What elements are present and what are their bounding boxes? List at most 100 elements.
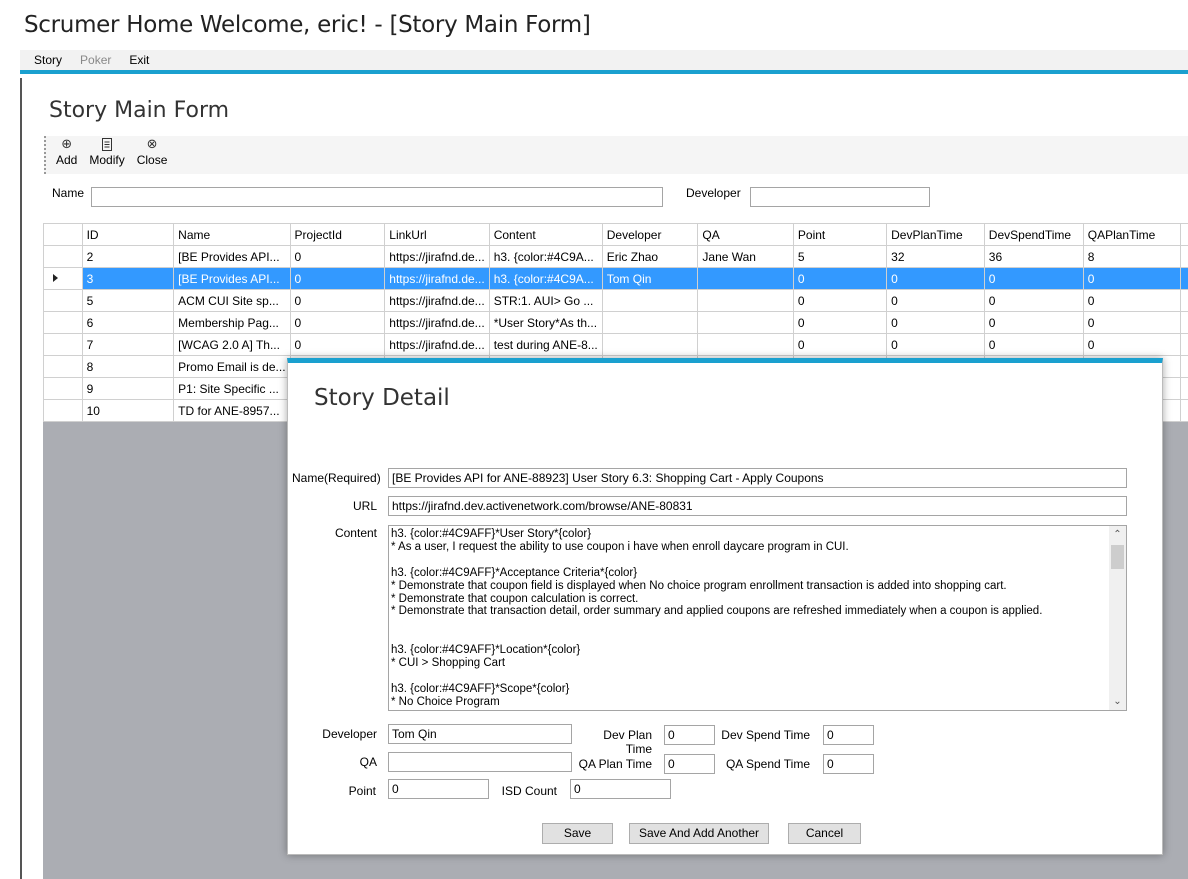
column-header-point[interactable]: Point [792, 223, 888, 246]
column-header-id[interactable]: ID [81, 223, 175, 246]
table-row[interactable]: 5 ACM CUI Site sp... 0 https://jirafnd.de.… [43, 289, 1188, 312]
cell-qa[interactable] [697, 311, 794, 334]
row-header[interactable] [43, 333, 83, 356]
save-and-add-another-button[interactable]: Save And Add Another [629, 823, 769, 844]
modify-button[interactable]: Modify [89, 138, 125, 167]
cell-devspendtime[interactable]: 0 [983, 333, 1084, 356]
cell-id[interactable]: 8 [81, 355, 175, 378]
cell-overflow[interactable] [1180, 245, 1188, 268]
cell-linkurl[interactable]: https://jirafnd.de... [384, 333, 490, 356]
cell-qaplantime[interactable]: 0 [1082, 311, 1182, 334]
cell-developer[interactable] [601, 333, 699, 356]
scroll-thumb[interactable] [1111, 545, 1124, 569]
column-header-qa[interactable]: QA [697, 223, 794, 246]
column-header-projectid[interactable]: ProjectId [289, 223, 386, 246]
cell-linkurl[interactable]: https://jirafnd.de... [384, 289, 490, 312]
cell-devspendtime[interactable]: 0 [983, 289, 1084, 312]
cell-id[interactable]: 3 [81, 267, 175, 290]
cell-developer[interactable] [601, 289, 699, 312]
cell-overflow[interactable] [1180, 399, 1188, 422]
row-header[interactable] [43, 267, 83, 290]
cell-name[interactable]: Membership Pag... [173, 311, 291, 334]
cell-point[interactable]: 0 [792, 267, 888, 290]
cell-name[interactable]: [BE Provides API... [173, 245, 291, 268]
content-textarea[interactable]: h3. {color:#4C9AFF}*User Story*{color} *… [388, 525, 1127, 711]
cell-name[interactable]: P1: Site Specific ... [173, 377, 291, 400]
row-header[interactable] [43, 399, 83, 422]
cell-overflow[interactable] [1180, 267, 1188, 290]
cell-name[interactable]: ACM CUI Site sp... [173, 289, 291, 312]
cell-overflow[interactable] [1180, 289, 1188, 312]
cell-projectid[interactable]: 0 [289, 289, 386, 312]
cell-qaplantime[interactable]: 0 [1082, 289, 1182, 312]
cell-point[interactable]: 0 [792, 289, 888, 312]
row-header[interactable] [43, 311, 83, 334]
cell-content[interactable]: test during ANE-8... [488, 333, 603, 356]
cell-devplantime[interactable]: 32 [886, 245, 985, 268]
cell-id[interactable]: 5 [81, 289, 175, 312]
cell-point[interactable]: 0 [792, 311, 888, 334]
cell-devspendtime[interactable]: 0 [983, 311, 1084, 334]
cell-projectid[interactable]: 0 [289, 333, 386, 356]
table-row[interactable]: 7 [WCAG 2.0 A] Th... 0 https://jirafnd.de..… [43, 333, 1188, 356]
column-header-overflow[interactable] [1180, 223, 1188, 246]
cell-devplantime[interactable]: 0 [886, 333, 985, 356]
chevron-up-icon[interactable]: ⌃ [1109, 526, 1126, 543]
cell-qaplantime[interactable]: 8 [1082, 245, 1182, 268]
column-header-devspendtime[interactable]: DevSpendTime [983, 223, 1084, 246]
cell-id[interactable]: 7 [81, 333, 175, 356]
cell-devspendtime[interactable]: 0 [983, 267, 1084, 290]
column-header-devplantime[interactable]: DevPlanTime [886, 223, 985, 246]
column-header-linkurl[interactable]: LinkUrl [384, 223, 490, 246]
row-header[interactable] [43, 289, 83, 312]
cell-qaplantime[interactable]: 0 [1082, 333, 1182, 356]
close-button[interactable]: ⊗ Close [137, 137, 168, 167]
cell-point[interactable]: 5 [792, 245, 888, 268]
cell-projectid[interactable]: 0 [289, 245, 386, 268]
cell-projectid[interactable]: 0 [289, 267, 386, 290]
cell-content[interactable]: h3. {color:#4C9A... [488, 245, 603, 268]
table-row[interactable]: 2 [BE Provides API... 0 https://jirafnd.de.… [43, 245, 1188, 268]
table-row[interactable]: 6 Membership Pag... 0 https://jirafnd.de...… [43, 311, 1188, 334]
point-field[interactable]: 0 [388, 779, 489, 799]
dev-spend-time-field[interactable]: 0 [823, 725, 874, 745]
cell-linkurl[interactable]: https://jirafnd.de... [384, 245, 490, 268]
cell-devplantime[interactable]: 0 [886, 267, 985, 290]
url-field[interactable]: https://jirafnd.dev.activenetwork.com/br… [388, 496, 1127, 516]
cell-name[interactable]: [BE Provides API... [173, 267, 291, 290]
cell-name[interactable]: [WCAG 2.0 A] Th... [173, 333, 291, 356]
qa-field[interactable] [388, 752, 572, 772]
cell-point[interactable]: 0 [792, 333, 888, 356]
cell-overflow[interactable] [1180, 377, 1188, 400]
cell-qa[interactable] [697, 333, 794, 356]
cancel-button[interactable]: Cancel [788, 823, 861, 844]
column-header-developer[interactable]: Developer [601, 223, 699, 246]
qa-plan-time-field[interactable]: 0 [664, 754, 715, 774]
cell-id[interactable]: 2 [81, 245, 175, 268]
cell-id[interactable]: 9 [81, 377, 175, 400]
cell-devplantime[interactable]: 0 [886, 289, 985, 312]
cell-overflow[interactable] [1180, 355, 1188, 378]
cell-content[interactable]: STR:1. AUI> Go ... [488, 289, 603, 312]
cell-overflow[interactable] [1180, 311, 1188, 334]
cell-overflow[interactable] [1180, 333, 1188, 356]
row-header[interactable] [43, 377, 83, 400]
developer-filter-input[interactable] [750, 187, 930, 207]
cell-id[interactable]: 6 [81, 311, 175, 334]
cell-projectid[interactable]: 0 [289, 311, 386, 334]
isd-count-field[interactable]: 0 [570, 779, 671, 799]
cell-content[interactable]: h3. {color:#4C9A... [488, 267, 603, 290]
cell-developer[interactable]: Eric Zhao [601, 245, 699, 268]
cell-developer[interactable]: Tom Qin [601, 267, 699, 290]
cell-qaplantime[interactable]: 0 [1082, 267, 1182, 290]
column-header-content[interactable]: Content [488, 223, 603, 246]
developer-field[interactable]: Tom Qin [388, 724, 572, 744]
save-button[interactable]: Save [542, 823, 613, 844]
column-header-name[interactable]: Name [173, 223, 291, 246]
content-scrollbar[interactable]: ⌃ ⌄ [1109, 526, 1126, 710]
qa-spend-time-field[interactable]: 0 [823, 754, 874, 774]
cell-id[interactable]: 10 [81, 399, 175, 422]
chevron-down-icon[interactable]: ⌄ [1109, 693, 1126, 710]
cell-name[interactable]: TD for ANE-8957... [173, 399, 291, 422]
menu-story[interactable]: Story [34, 53, 62, 67]
